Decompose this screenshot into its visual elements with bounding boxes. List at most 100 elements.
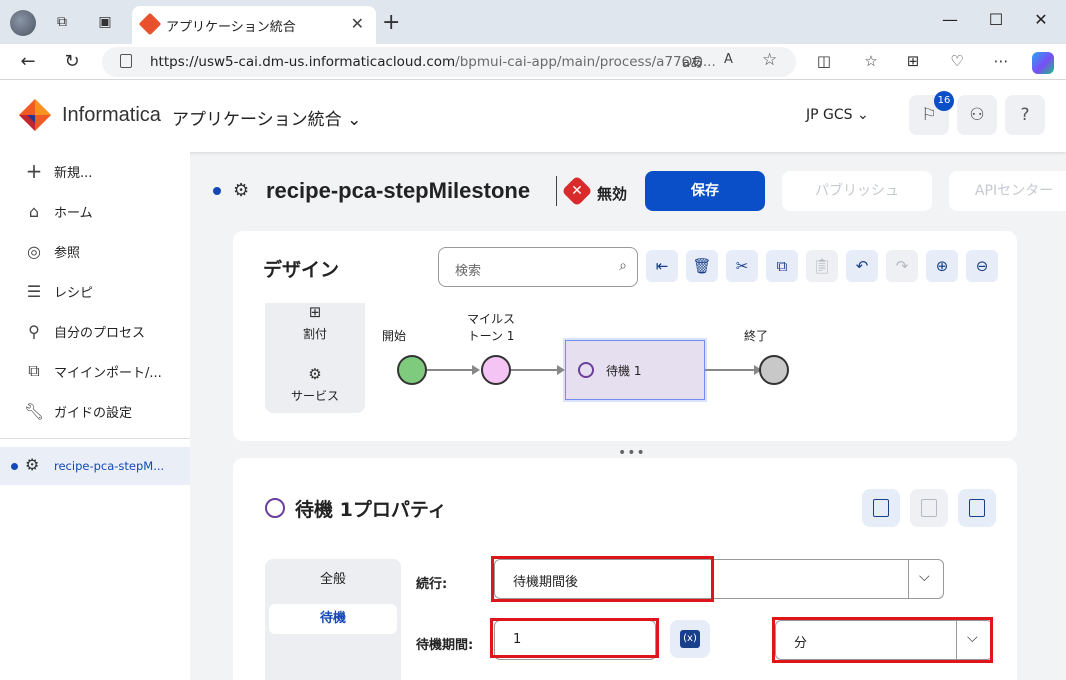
maximize-icon[interactable]: ☐ (986, 10, 1006, 29)
scissors-icon[interactable]: ✂ (726, 250, 758, 282)
chevron-down-icon: ⌵ (919, 569, 930, 585)
favorites-icon[interactable]: ☆ (860, 52, 882, 70)
user-profile-button[interactable]: ⚇ (957, 95, 997, 135)
close-tab-icon[interactable]: ✕ (351, 14, 364, 33)
copy-icon[interactable]: ⧉ (766, 250, 798, 282)
zoom-out-icon[interactable]: ⊖ (966, 250, 998, 282)
copilot-icon[interactable] (1032, 52, 1054, 74)
sidebar-item-my-imports[interactable]: ⧉ マイインポート/... (24, 360, 162, 382)
chevron-down-icon: ⌄ (347, 110, 362, 130)
app-switcher[interactable]: アプリケーション統合 ⌄ (172, 105, 361, 130)
invalid-status-icon: ✕ (561, 175, 593, 207)
back-icon[interactable]: ← (16, 50, 40, 74)
design-panel: デザイン 検索 ⌕ ⇤ 🗑︎ ✂ ⧉ 📋︎ ↶ ↷ ⊕ ⊖ ⊞ 割付 ⚙ サービ… (233, 231, 1017, 441)
sidebar-item-label: 自分のプロセス (54, 325, 146, 341)
dock-bottom-button[interactable] (862, 489, 900, 527)
sidebar-item-label: 参照 (54, 245, 81, 261)
sidebar-item-home[interactable]: ⌂ ホーム (24, 200, 93, 222)
collections-icon[interactable]: ⊞ (902, 52, 924, 70)
new-tab-icon[interactable]: + (382, 10, 400, 35)
dock-top-button[interactable] (958, 489, 996, 527)
page-title: recipe-pca-stepMilestone (266, 178, 531, 203)
sidebar-item-my-processes[interactable]: ⚲ 自分のプロセス (24, 320, 145, 342)
design-title: デザイン (263, 259, 340, 281)
help-icon: ? (1020, 105, 1030, 125)
profile-avatar[interactable] (10, 10, 36, 36)
workspaces-icon[interactable]: ⧉ (52, 12, 72, 32)
arrow-icon (472, 365, 480, 375)
tab-wait[interactable]: 待機 (269, 604, 397, 634)
title-divider (556, 176, 557, 206)
sidebar-divider (0, 438, 190, 439)
palette-item-assignment[interactable]: ⊞ 割付 (265, 303, 365, 342)
clock-icon (578, 362, 594, 378)
palette-item-service[interactable]: ⚙ サービス (265, 365, 365, 404)
brand-name: Informatica (62, 104, 161, 126)
informatica-logo-icon (19, 99, 51, 131)
sidebar-item-open-process[interactable]: ⚙ recipe-pca-stepM... (0, 447, 190, 485)
flow-edge (705, 369, 757, 371)
sidebar-item-label: ホーム (54, 205, 93, 221)
save-button[interactable]: 保存 (645, 171, 765, 211)
dock-split-button[interactable] (910, 489, 948, 527)
tab-actions-icon[interactable]: ▣ (95, 12, 115, 32)
help-button[interactable]: ? (1005, 95, 1045, 135)
clock-icon (265, 498, 285, 518)
wrench-icon: 🔧︎ (23, 401, 45, 421)
publish-button[interactable]: パブリッシュ (782, 171, 932, 211)
url-input[interactable]: https://usw5-cai.dm-us.informaticacloud.… (102, 47, 796, 77)
lock-icon (120, 54, 132, 68)
search-input[interactable]: 検索 ⌕ (438, 247, 638, 287)
browser-essentials-icon[interactable]: ♡ (946, 52, 968, 70)
close-window-icon[interactable]: ✕ (1031, 10, 1051, 29)
process-icon: ⚲ (28, 321, 40, 341)
wait-node[interactable]: 待機 1 (565, 340, 705, 400)
search-icon: ⌕ (619, 258, 627, 274)
tab-title: アプリケーション統合 (166, 20, 296, 35)
undo-icon[interactable]: ↶ (846, 250, 878, 282)
gears-icon: ⚙ (25, 455, 40, 474)
layout-split-icon (921, 499, 937, 517)
sidebar-item-label: マイインポート/... (54, 365, 162, 381)
chevron-down-icon: ⌄ (857, 107, 869, 123)
service-icon: ⚙ (308, 365, 322, 383)
notification-badge: 16 (934, 91, 954, 111)
highlight-box (491, 556, 714, 602)
redo-icon[interactable]: ↷ (886, 250, 918, 282)
end-node[interactable] (759, 355, 789, 385)
zoom-in-icon[interactable]: ⊕ (926, 250, 958, 282)
browser-tab[interactable]: アプリケーション統合 ✕ (132, 6, 376, 44)
minimize-icon[interactable]: — (940, 10, 960, 29)
sidebar: + 新規... ⌂ ホーム ◎ 参照 ☰ レシピ ⚲ 自分のプロセス ⧉ マイイ… (0, 152, 190, 680)
align-left-icon[interactable]: ⇤ (646, 250, 678, 282)
more-options-icon[interactable]: ⋯ (990, 52, 1012, 70)
org-switcher[interactable]: JP GCS ⌄ (806, 107, 869, 123)
address-bar: ← ↻ https://usw5-cai.dm-us.informaticacl… (0, 44, 1066, 80)
refresh-icon[interactable]: ↻ (60, 50, 84, 74)
gears-icon: ⚙ (233, 180, 250, 201)
start-node[interactable] (397, 355, 427, 385)
sidebar-item-new[interactable]: + 新規... (24, 159, 93, 183)
variable-button[interactable]: (x) (670, 620, 710, 658)
milestone-label: マイルス トーン 1 (466, 312, 515, 343)
tab-general[interactable]: 全般 (269, 565, 397, 595)
flag-icon: ⚐ (921, 105, 937, 125)
sidebar-item-label: 新規... (54, 165, 93, 181)
paste-icon[interactable]: 📋︎ (806, 250, 838, 282)
split-screen-icon[interactable]: ◫ (813, 52, 835, 70)
arrow-icon (557, 365, 565, 375)
sidebar-item-guide-settings[interactable]: 🔧︎ ガイドの設定 (24, 400, 132, 422)
step-palette: ⊞ 割付 ⚙ サービス (265, 303, 365, 413)
api-center-button[interactable]: APIセンター (949, 171, 1066, 211)
app-header: Informatica アプリケーション統合 ⌄ JP GCS ⌄ ⚐ ⚇ ? (0, 80, 1066, 152)
sidebar-item-explore[interactable]: ◎ 参照 (24, 240, 80, 262)
favorite-star-icon[interactable]: ☆ (762, 50, 777, 70)
milestone-node[interactable] (481, 355, 511, 385)
wait-node-label: 待機 1 (606, 364, 642, 378)
translate-icon[interactable]: aあ (682, 52, 703, 71)
trash-icon[interactable]: 🗑︎ (686, 250, 718, 282)
recipe-icon: ☰ (26, 281, 42, 301)
read-aloud-icon[interactable]: A (724, 52, 733, 67)
sidebar-item-recipes[interactable]: ☰ レシピ (24, 280, 93, 302)
plus-icon: + (25, 159, 43, 183)
